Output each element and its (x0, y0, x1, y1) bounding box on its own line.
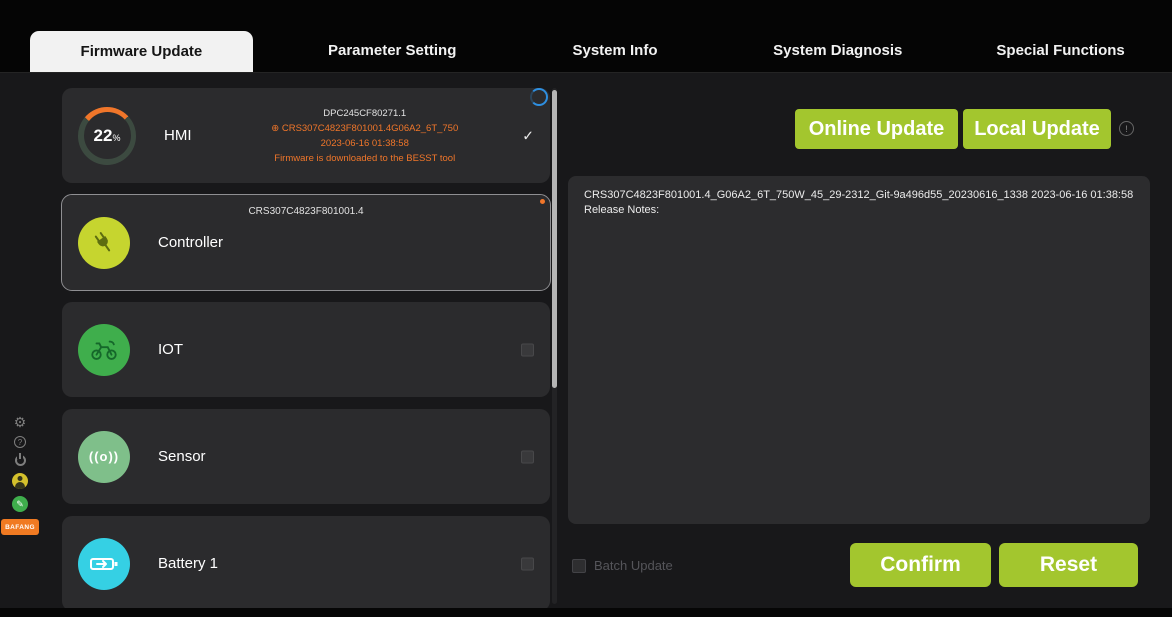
tab-bar: Firmware Update Parameter Setting System… (0, 28, 1172, 72)
besst-tool-window: Firmware Update Parameter Setting System… (0, 0, 1172, 617)
tab-firmware-update[interactable]: Firmware Update (30, 31, 253, 72)
info-icon[interactable]: ! (1119, 121, 1134, 136)
hmi-model-number: DPC245CF80271.1 (200, 106, 531, 121)
local-update-button[interactable]: Local Update (963, 109, 1111, 149)
hmi-firmware-timestamp: 2023-06-16 01:38:58 (200, 136, 531, 151)
device-name-controller: Controller (158, 234, 223, 251)
tab-special-functions[interactable]: Special Functions (949, 28, 1172, 72)
confirm-button[interactable]: Confirm (850, 543, 991, 587)
tab-system-info[interactable]: System Info (504, 28, 727, 72)
hmi-firmware-file-row: ⊕ CRS307C4823F801001.4G06A2_6T_750 (200, 121, 531, 136)
battery-checkbox[interactable] (521, 557, 534, 570)
controller-plug-icon (78, 217, 130, 269)
side-icon-rail: ⚙ ? ✎ BAFANG (0, 415, 40, 535)
scrollbar-thumb[interactable] (552, 90, 557, 388)
device-name-hmi: HMI (164, 127, 192, 144)
device-card-battery[interactable]: Battery 1 (62, 516, 550, 611)
release-notes-panel: CRS307C4823F801001.4_G06A2_6T_750W_45_29… (568, 176, 1150, 524)
tab-system-diagnosis[interactable]: System Diagnosis (726, 28, 949, 72)
iot-bike-icon (78, 324, 130, 376)
controller-version: CRS307C4823F801001.4 (62, 206, 550, 217)
hmi-check-icon[interactable]: ✓ (522, 127, 534, 144)
user-account-icon[interactable] (12, 473, 28, 489)
batch-update-label: Batch Update (594, 558, 673, 573)
bafang-logo: BAFANG (1, 519, 39, 535)
device-card-hmi[interactable]: 22% HMI DPC245CF80271.1 ⊕ CRS307C4823F80… (62, 88, 550, 183)
hmi-download-status: Firmware is downloaded to the BESST tool (200, 151, 531, 166)
device-name-battery: Battery 1 (158, 555, 218, 572)
online-update-button[interactable]: Online Update (795, 109, 958, 149)
release-notes-label: Release Notes: (584, 203, 1134, 218)
batch-update-checkbox[interactable] (572, 559, 586, 573)
scrollbar-track (552, 88, 557, 604)
device-name-iot: IOT (158, 341, 183, 358)
hmi-firmware-info: DPC245CF80271.1 ⊕ CRS307C4823F801001.4G0… (200, 106, 531, 166)
edit-pencil-icon[interactable]: ✎ (12, 496, 28, 512)
loading-spinner-icon (530, 88, 548, 106)
tab-parameter-setting[interactable]: Parameter Setting (281, 28, 504, 72)
bottom-strip (0, 608, 1172, 617)
batch-update-row: Batch Update (572, 558, 673, 573)
help-icon[interactable]: ? (14, 436, 26, 448)
settings-gear-icon[interactable]: ⚙ (14, 415, 27, 429)
sensor-signal-icon: ((o)) (78, 431, 130, 483)
battery-icon (78, 538, 130, 590)
sensor-checkbox[interactable] (521, 450, 534, 463)
hmi-firmware-file: CRS307C4823F801001.4G06A2_6T_750 (282, 123, 458, 134)
controller-notification-dot (540, 199, 545, 204)
device-list: 22% HMI DPC245CF80271.1 ⊕ CRS307C4823F80… (62, 88, 550, 611)
device-name-sensor: Sensor (158, 448, 206, 465)
hmi-progress-value: 22% (84, 112, 131, 159)
device-card-sensor[interactable]: ((o)) Sensor (62, 409, 550, 504)
device-card-controller[interactable]: CRS307C4823F801001.4 Controller (62, 195, 550, 290)
firmware-file-icon: ⊕ (271, 123, 279, 134)
hmi-progress-ring: 22% (78, 107, 136, 165)
power-icon[interactable] (15, 455, 26, 466)
firmware-build-info: CRS307C4823F801001.4_G06A2_6T_750W_45_29… (584, 188, 1134, 203)
reset-button[interactable]: Reset (999, 543, 1138, 587)
iot-checkbox[interactable] (521, 343, 534, 356)
device-card-iot[interactable]: IOT (62, 302, 550, 397)
